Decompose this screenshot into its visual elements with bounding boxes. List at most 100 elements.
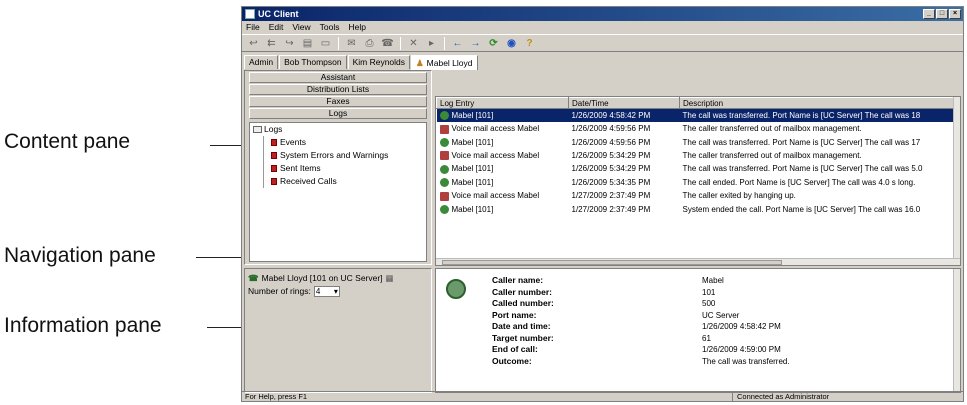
print-icon[interactable]: ⎙ (362, 37, 377, 50)
detail-row: End of call: 1/26/2009 4:59:00 PM (492, 344, 781, 355)
scroll-thumb[interactable] (442, 260, 782, 265)
description-cell: The call was transferred. Port Name is [… (679, 108, 956, 122)
description-cell: The caller transferred out of mailbox ma… (682, 124, 862, 134)
detail-value: 500 (702, 299, 716, 308)
tree-item-system-errors[interactable]: System Errors and Warnings (250, 149, 426, 162)
table-row[interactable]: Mabel [101] 1/26/2009 4:59:56 PM The call … (437, 135, 956, 148)
tree-root-logs[interactable]: Logs (250, 123, 426, 136)
chevron-down-icon: ▾ (333, 287, 338, 296)
detail-row: Target number: 61 (492, 333, 711, 344)
callout-content-pane: Content pane (4, 130, 131, 153)
rings-select[interactable]: 4 ▾ (313, 286, 340, 297)
call-icon (439, 111, 449, 121)
detail-label: Port name: (492, 309, 537, 320)
tab-kim-reynolds[interactable]: Kim Reynolds (347, 55, 411, 69)
column-header-date-time[interactable]: Date/Time (568, 97, 680, 109)
phone-icon[interactable]: ☎ (380, 37, 395, 50)
maximize-button[interactable]: □ (936, 9, 948, 19)
folder-icon[interactable]: ▭ (318, 37, 333, 50)
info-scrollbar[interactable] (953, 269, 960, 392)
status-connection: Connected as Administrator (732, 392, 963, 401)
minimize-button[interactable]: _ (923, 9, 935, 19)
file-icon[interactable]: ▤ (300, 37, 315, 50)
menu-edit[interactable]: Edit (269, 21, 284, 33)
detail-row: Port name: UC Server (492, 310, 739, 321)
column-header-log-entry[interactable]: Log Entry (436, 97, 569, 109)
play-icon[interactable]: ▸ (424, 37, 439, 50)
tab-bob-thompson[interactable]: Bob Thompson (279, 55, 347, 69)
log-entry-text: Voice mail access Mabel (451, 150, 540, 160)
tree-root-label: Logs (264, 124, 283, 134)
description-cell: System ended the call. Port Name is [UC … (682, 204, 921, 214)
table-row[interactable]: Voice mail access Mabel 1/26/2009 5:34:29… (437, 149, 956, 162)
mail-icon[interactable]: ✉ (344, 37, 359, 50)
detail-value: The call was transferred. (702, 356, 790, 366)
information-pane: Caller name: Mabel Caller number: 101 Called… (435, 268, 961, 393)
menu-view[interactable]: View (292, 21, 310, 33)
detail-value: 61 (702, 333, 711, 343)
title-bar[interactable]: UC Client _ □ × (242, 7, 963, 21)
back-arrow-icon[interactable]: ← (450, 37, 465, 50)
forward-icon[interactable]: ↪ (282, 37, 297, 50)
table-row[interactable]: Mabel [101] 1/26/2009 5:34:29 PM The call … (437, 162, 956, 175)
call-icon (439, 204, 449, 214)
date-time-cell: 1/27/2009 2:37:49 PM (571, 191, 651, 201)
table-row[interactable]: Voice mail access Mabel 1/26/2009 4:59:56… (437, 122, 956, 135)
detail-value: 101 (702, 287, 716, 297)
nav-faxes-button[interactable]: Faxes (249, 96, 427, 107)
log-entry-text: Voice mail access Mabel (451, 124, 540, 134)
log-book-icon (271, 178, 277, 185)
reply-icon[interactable]: ↩ (246, 37, 261, 50)
help-icon[interactable]: ? (522, 37, 537, 50)
detail-row: Caller name: Mabel (492, 275, 724, 286)
log-book-icon (271, 152, 277, 159)
nav-assistant-button[interactable]: Assistant (249, 72, 427, 83)
detail-label: Caller name: (492, 275, 544, 285)
log-entry-cell: Mabel [101] (437, 176, 569, 189)
refresh-icon[interactable]: ⟳ (486, 37, 501, 50)
tab-mabel-lloyd[interactable]: ♟ Mabel Lloyd (411, 55, 478, 70)
column-header-description[interactable]: Description (679, 97, 956, 109)
detail-label: End of call: (492, 344, 538, 354)
vertical-scrollbar[interactable] (953, 97, 960, 260)
table-row[interactable]: Voice mail access Mabel 1/27/2009 2:37:49… (437, 189, 956, 202)
delete-icon[interactable]: ✕ (406, 37, 421, 50)
call-icon (439, 164, 449, 174)
call-icon (439, 178, 449, 188)
horizontal-scrollbar[interactable] (436, 258, 960, 265)
window-title: UC Client (258, 9, 299, 19)
table-row[interactable]: Mabel [101] 1/27/2009 2:37:49 PM System en… (437, 202, 956, 215)
user-server-label: Mabel Lloyd [101 on UC Server] (261, 273, 383, 283)
detail-label: Caller number: (492, 286, 552, 297)
forward-arrow-icon[interactable]: → (468, 37, 483, 50)
date-time-cell: 1/26/2009 5:34:29 PM (571, 164, 651, 174)
close-button[interactable]: × (949, 9, 961, 19)
tree-item-events[interactable]: Events (250, 136, 426, 149)
tree-item-received-calls[interactable]: Received Calls (250, 175, 426, 188)
nav-distribution-lists-button[interactable]: Distribution Lists (249, 84, 427, 95)
detail-value: UC Server (702, 310, 740, 320)
call-log-icon (446, 279, 466, 299)
menu-help[interactable]: Help (348, 21, 365, 33)
table-row[interactable]: Mabel [101] 1/26/2009 4:58:42 PM The call … (436, 108, 956, 122)
voicemail-icon (439, 191, 449, 201)
log-entry-cell: Mabel [101] (437, 202, 569, 215)
menu-tools[interactable]: Tools (320, 21, 340, 33)
detail-row: Outcome: The call was transferred. (492, 356, 790, 367)
menu-file[interactable]: File (246, 21, 260, 33)
reply-all-icon[interactable]: ⇇ (264, 37, 279, 50)
globe-icon[interactable]: ◉ (504, 37, 519, 50)
tree-item-sent-items[interactable]: Sent Items (250, 162, 426, 175)
table-row[interactable]: Mabel [101] 1/26/2009 5:34:35 PM The call … (437, 176, 956, 189)
calendar-icon[interactable]: ▦ (386, 272, 394, 285)
tree-item-label: Sent Items (280, 163, 321, 173)
toolbar-separator (400, 36, 401, 50)
log-entry-text: Voice mail access Mabel (451, 191, 540, 201)
log-entry-text: Mabel [101] (451, 204, 494, 214)
detail-row: Called number: 500 (492, 298, 715, 309)
nav-logs-button[interactable]: Logs (249, 108, 427, 119)
detail-label: Date and time: (492, 321, 551, 331)
voicemail-icon (439, 151, 449, 161)
tab-admin[interactable]: Admin (244, 55, 279, 69)
detail-row: Caller number: 101 (492, 287, 715, 298)
